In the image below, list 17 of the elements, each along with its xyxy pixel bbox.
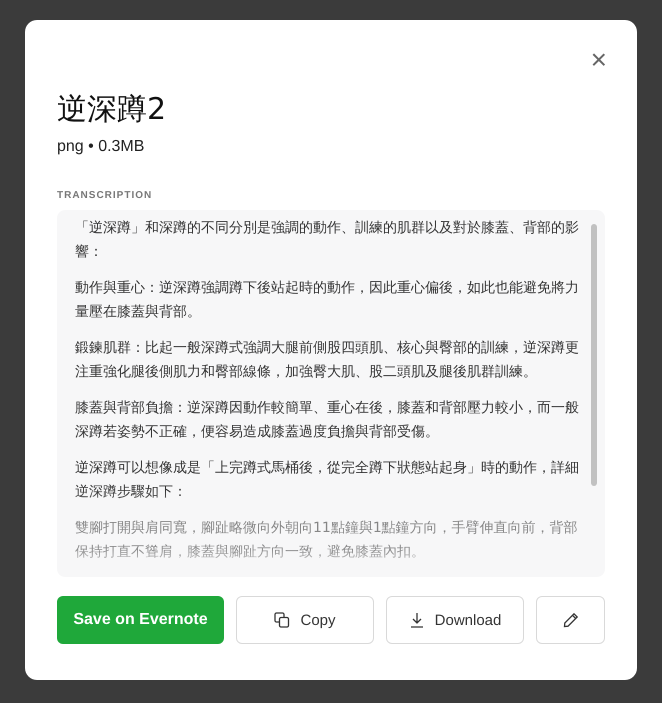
download-button[interactable]: Download (386, 596, 524, 644)
transcription-paragraph: 動作與重心：逆深蹲強調蹲下後站起時的動作，因此重心偏後，如此也能避免將力量壓在膝蓋與背部。 (75, 279, 580, 322)
file-info: png • 0.3MB (57, 138, 146, 156)
transcription-paragraph: 逆深蹲可以想像成是「上完蹲式馬桶後，從完全蹲下狀態站起身」時的動作，詳細逆深蹲步驟如下： (75, 459, 580, 502)
transcription-paragraph: 「逆深蹲」和深蹲的不同分別是強調的動作、訓練的肌群以及對於膝蓋、背部的影響： (75, 219, 580, 262)
transcription-paragraph: 雙腳打開與肩同寬，腳趾略微向外朝向11點鐘與1點鐘方向，手臂伸直向前，背部保持打直不聳肩，膝蓋與腳趾方向一致，避免膝蓋內扣。 (75, 519, 579, 562)
close-button[interactable]: × (590, 48, 607, 72)
pencil-icon (562, 612, 578, 628)
edit-button[interactable] (536, 596, 605, 644)
transcription-paragraph: 鍛鍊肌群：比起一般深蹲式強調大腿前側股四頭肌、核心與臀部的訓練，逆深蹲更注重強化腿後側肌力和臀部線條，加強臀大肌、股二頭肌及腿後肌群訓練。 (75, 339, 580, 382)
copy-icon (274, 612, 290, 628)
scrollbar[interactable] (591, 224, 597, 486)
transcription-paragraph: 膝蓋與背部負擔：逆深蹲因動作較簡單、重心在後，膝蓋和背部壓力較小，而一般深蹲若姿勢不正確，便容易造成膝蓋過度負擔與背部受傷。 (75, 399, 580, 442)
section-heading: TRANSCRIPTION (57, 190, 154, 201)
file-title: 逆深蹲2 (57, 91, 168, 129)
download-icon (408, 612, 425, 628)
copy-button[interactable]: Copy (236, 596, 374, 644)
